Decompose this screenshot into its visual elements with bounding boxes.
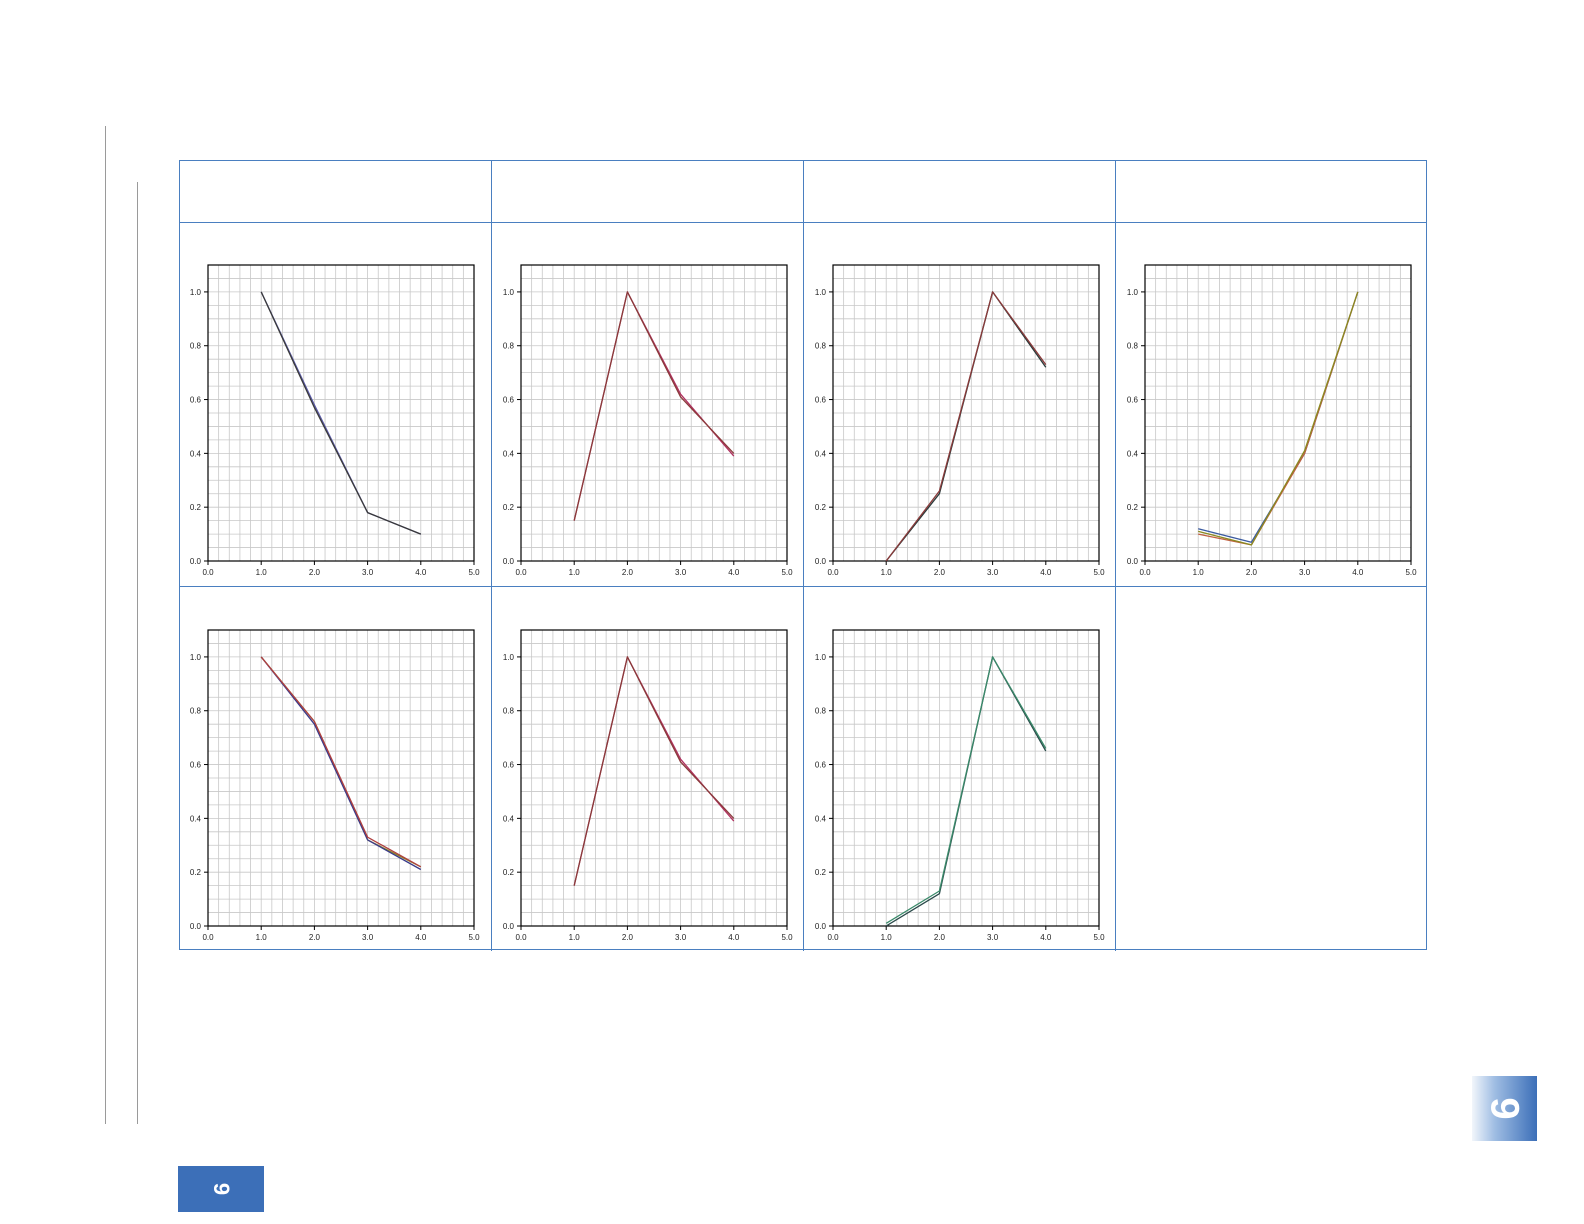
charts-layer: 0.0 1.0 2.0 3.0 4.0 5.0 0.0 0.2 0.4 0.6 0.8 1.0 0.0 1… <box>190 264 1417 942</box>
x-tick-label: 3.0 <box>675 568 687 577</box>
chapter-side-tab: 9 <box>1472 1076 1537 1141</box>
chart-2: 0.0 1.0 2.0 3.0 4.0 5.0 0.0 0.2 0.4 0.6 0.8 1.0 <box>503 264 793 577</box>
x-tick-label: 3.0 <box>675 933 687 942</box>
x-tick-label: 0.0 <box>515 568 527 577</box>
x-tick-label: 2.0 <box>934 568 946 577</box>
y-tick-label: 0.2 <box>503 503 515 512</box>
y-tick-label: 0.0 <box>815 922 827 931</box>
chart-6: 0.0 1.0 2.0 3.0 4.0 5.0 0.0 0.2 0.4 0.6 0.8 1.0 <box>503 629 793 942</box>
x-tick-label: 4.0 <box>1040 933 1052 942</box>
x-tick-label: 2.0 <box>622 933 634 942</box>
x-tick-label: 2.0 <box>309 933 321 942</box>
x-tick-label: 5.0 <box>1093 933 1105 942</box>
y-tick-label: 1.0 <box>503 653 515 662</box>
y-tick-label: 0.0 <box>815 557 827 566</box>
x-tick-label: 1.0 <box>569 933 581 942</box>
y-tick-label: 0.6 <box>815 761 827 770</box>
y-tick-label: 0.2 <box>503 868 515 877</box>
page-number: 9 <box>209 1182 234 1196</box>
x-tick-label: 1.0 <box>256 568 268 577</box>
x-tick-label: 3.0 <box>987 568 999 577</box>
y-tick-label: 0.8 <box>190 707 202 716</box>
chart-5: 0.0 1.0 2.0 3.0 4.0 5.0 0.0 0.2 0.4 0.6 0.8 1.0 <box>190 629 480 942</box>
y-tick-label: 0.6 <box>190 396 202 405</box>
y-tick-label: 0.6 <box>190 761 202 770</box>
x-tick-label: 1.0 <box>256 933 268 942</box>
x-tick-label: 0.0 <box>202 568 214 577</box>
chart-1: 0.0 1.0 2.0 3.0 4.0 5.0 0.0 0.2 0.4 0.6 0.8 1.0 <box>190 264 480 577</box>
y-tick-label: 0.0 <box>190 557 202 566</box>
y-tick-label: 0.6 <box>503 761 515 770</box>
y-tick-label: 0.4 <box>503 449 515 458</box>
y-tick-label: 0.0 <box>503 557 515 566</box>
y-tick-label: 0.2 <box>815 868 827 877</box>
y-tick-label: 0.8 <box>503 342 515 351</box>
y-tick-label: 0.2 <box>190 868 202 877</box>
x-tick-label: 0.0 <box>202 933 214 942</box>
y-tick-label: 0.4 <box>815 814 827 823</box>
y-tick-label: 0.8 <box>815 342 827 351</box>
x-tick-label: 4.0 <box>1352 568 1364 577</box>
y-tick-label: 1.0 <box>503 288 515 297</box>
y-tick-label: 0.4 <box>190 814 202 823</box>
y-tick-label: 1.0 <box>815 653 827 662</box>
x-tick-label: 4.0 <box>415 933 427 942</box>
x-tick-label: 1.0 <box>881 568 893 577</box>
x-tick-label: 5.0 <box>1405 568 1417 577</box>
x-tick-label: 5.0 <box>468 568 480 577</box>
y-tick-label: 0.2 <box>815 503 827 512</box>
page-number-tab: 9 <box>178 1166 264 1212</box>
y-tick-label: 1.0 <box>815 288 827 297</box>
y-tick-label: 1.0 <box>1127 288 1139 297</box>
y-tick-label: 0.6 <box>1127 396 1139 405</box>
y-tick-label: 0.0 <box>1127 557 1139 566</box>
y-tick-label: 0.4 <box>1127 449 1139 458</box>
y-tick-label: 0.8 <box>503 707 515 716</box>
y-tick-label: 0.8 <box>815 707 827 716</box>
x-tick-label: 1.0 <box>1193 568 1205 577</box>
chart-3: 0.0 1.0 2.0 3.0 4.0 5.0 0.0 0.2 0.4 0.6 0.8 1.0 <box>815 264 1105 577</box>
y-tick-label: 0.8 <box>1127 342 1139 351</box>
x-tick-label: 5.0 <box>1093 568 1105 577</box>
chart-7: 0.0 1.0 2.0 3.0 4.0 5.0 0.0 0.2 0.4 0.6 0.8 1.0 <box>815 629 1105 942</box>
x-tick-label: 3.0 <box>362 933 374 942</box>
x-tick-label: 1.0 <box>881 933 893 942</box>
x-tick-label: 3.0 <box>1299 568 1311 577</box>
x-tick-label: 0.0 <box>827 933 839 942</box>
y-tick-label: 0.4 <box>815 449 827 458</box>
chapter-number: 9 <box>1483 1097 1527 1120</box>
x-tick-label: 2.0 <box>1246 568 1258 577</box>
x-tick-label: 3.0 <box>362 568 374 577</box>
x-tick-label: 5.0 <box>781 933 793 942</box>
y-tick-label: 0.6 <box>815 396 827 405</box>
x-tick-label: 0.0 <box>827 568 839 577</box>
x-tick-label: 4.0 <box>728 933 740 942</box>
x-tick-label: 5.0 <box>468 933 480 942</box>
x-tick-label: 2.0 <box>622 568 634 577</box>
y-tick-label: 0.2 <box>1127 503 1139 512</box>
x-tick-label: 2.0 <box>309 568 321 577</box>
y-tick-label: 0.2 <box>190 503 202 512</box>
x-tick-label: 3.0 <box>987 933 999 942</box>
x-tick-label: 0.0 <box>515 933 527 942</box>
y-tick-label: 0.6 <box>503 396 515 405</box>
x-tick-label: 1.0 <box>569 568 581 577</box>
x-tick-label: 2.0 <box>934 933 946 942</box>
y-tick-label: 0.4 <box>190 449 202 458</box>
y-tick-label: 1.0 <box>190 653 202 662</box>
x-tick-label: 4.0 <box>1040 568 1052 577</box>
x-tick-label: 5.0 <box>781 568 793 577</box>
y-tick-label: 0.0 <box>190 922 202 931</box>
y-tick-label: 1.0 <box>190 288 202 297</box>
x-tick-label: 4.0 <box>415 568 427 577</box>
chart-4: 0.0 1.0 2.0 3.0 4.0 5.0 0.0 0.2 0.4 0.6 0.8 1.0 <box>1127 264 1417 577</box>
x-tick-label: 0.0 <box>1139 568 1151 577</box>
x-tick-label: 4.0 <box>728 568 740 577</box>
y-tick-label: 0.4 <box>503 814 515 823</box>
y-tick-label: 0.8 <box>190 342 202 351</box>
y-tick-label: 0.0 <box>503 922 515 931</box>
